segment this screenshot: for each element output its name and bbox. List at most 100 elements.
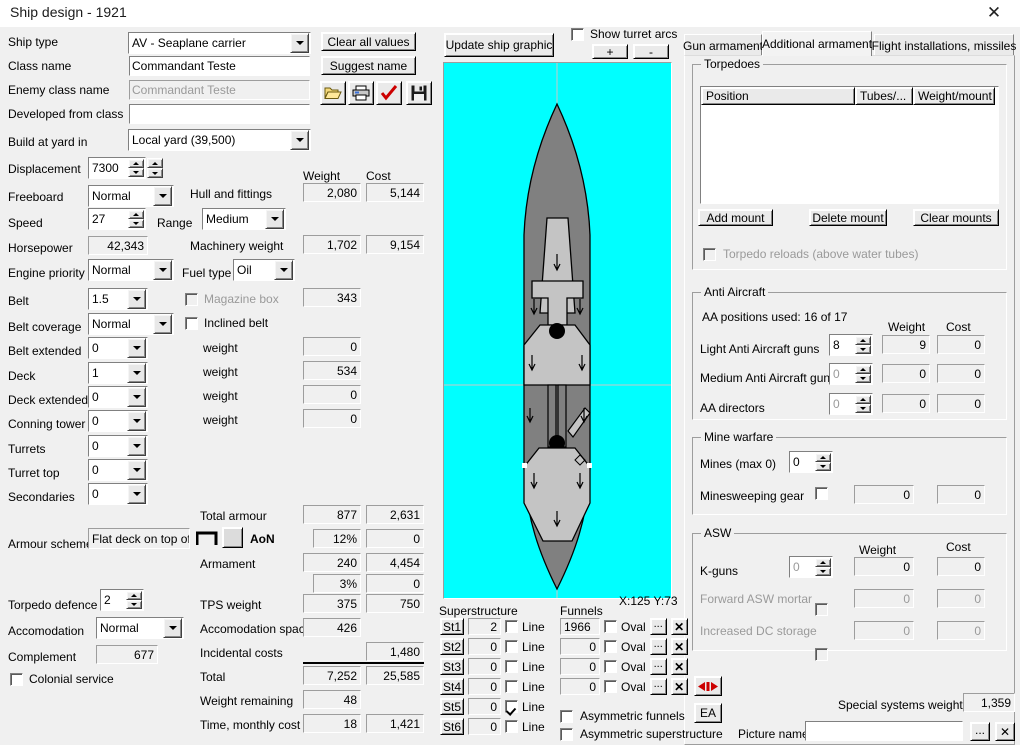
stepper-up-icon[interactable] — [126, 591, 142, 600]
chevron-down-icon[interactable] — [163, 618, 182, 638]
conning-tower-select[interactable]: 0 — [88, 410, 148, 432]
update-ship-graphic-button[interactable]: Update ship graphic — [444, 33, 554, 57]
chevron-down-icon[interactable] — [265, 209, 284, 229]
belt-coverage-select[interactable]: Normal — [88, 313, 174, 335]
freeboard-select[interactable]: Normal — [88, 185, 174, 207]
stepper-up-icon[interactable] — [147, 158, 163, 168]
chevron-down-icon[interactable] — [153, 314, 172, 334]
stepper-down-icon[interactable] — [815, 462, 831, 471]
chevron-down-icon[interactable] — [127, 460, 146, 480]
belt-extended-select[interactable]: 0 — [88, 337, 148, 359]
close-icon[interactable]: ✕ — [974, 2, 1014, 24]
st4-button[interactable]: St4 — [440, 678, 464, 695]
st2-value[interactable]: 0 — [468, 638, 501, 655]
stepper-up-icon[interactable] — [128, 210, 144, 219]
chevron-down-icon[interactable] — [153, 260, 172, 280]
funnel-3-oval-checkbox[interactable] — [604, 660, 617, 673]
stepper-down-icon[interactable] — [815, 567, 831, 576]
zoom-out-button[interactable]: - — [633, 44, 669, 59]
st3-button[interactable]: St3 — [440, 658, 464, 675]
funnel-1-value[interactable]: 1966 — [560, 618, 600, 635]
torpedo-defence-input[interactable]: 2 — [100, 589, 144, 611]
stepper-up-icon[interactable] — [128, 159, 144, 168]
chevron-down-icon[interactable] — [153, 186, 172, 206]
medium-aa-input[interactable]: 0 — [829, 363, 873, 385]
minesweeping-gear-checkbox[interactable] — [815, 487, 828, 500]
aa-directors-stepper[interactable] — [855, 395, 871, 413]
speed-input[interactable]: 27 — [88, 208, 146, 230]
picture-browse-button[interactable]: ... — [970, 722, 990, 741]
stepper-down-icon[interactable] — [855, 345, 871, 354]
enemy-class-name-input[interactable]: Commandant Teste — [129, 80, 310, 100]
chevron-down-icon[interactable] — [274, 260, 293, 280]
funnel-1-clear-icon[interactable]: ✕ — [670, 618, 688, 635]
st1-value[interactable]: 2 — [468, 618, 501, 635]
checkbox-box[interactable] — [560, 709, 573, 723]
class-name-input[interactable]: Commandant Teste — [129, 56, 310, 76]
build-at-yard-select[interactable]: Local yard (39,500) — [128, 129, 311, 151]
tab-additional-armament[interactable]: Additional armament — [762, 31, 872, 56]
clear-all-values-button[interactable]: Clear all values — [321, 32, 416, 51]
open-folder-icon[interactable] — [320, 81, 346, 105]
zoom-in-button[interactable]: + — [592, 44, 628, 59]
st6-value[interactable]: 0 — [468, 718, 501, 735]
checkbox-box[interactable] — [10, 672, 23, 686]
add-mount-button[interactable]: Add mount — [698, 209, 773, 226]
checkbox-box[interactable] — [560, 727, 573, 741]
turrets-select[interactable]: 0 — [88, 435, 148, 457]
mines-input[interactable]: 0 — [789, 451, 833, 473]
funnel-3-value[interactable]: 0 — [560, 658, 600, 675]
red-check-icon[interactable] — [376, 81, 402, 105]
stepper-down-icon[interactable] — [128, 168, 144, 177]
deck-extended-select[interactable]: 0 — [88, 386, 148, 408]
funnel-2-browse-button[interactable]: ... — [649, 638, 667, 655]
st6-button[interactable]: St6 — [440, 718, 464, 735]
accomodation-select[interactable]: Normal — [96, 617, 184, 639]
funnel-2-clear-icon[interactable]: ✕ — [670, 638, 688, 655]
fuel-type-select[interactable]: Oil — [233, 259, 295, 281]
st5-value[interactable]: 0 — [468, 698, 501, 715]
floppy-disk-icon[interactable] — [406, 81, 432, 105]
st1-button[interactable]: St1 — [440, 618, 464, 635]
chevron-down-icon[interactable] — [290, 33, 309, 53]
st2-line-checkbox[interactable] — [505, 640, 518, 653]
funnel-1-oval-checkbox[interactable] — [604, 620, 617, 633]
engine-priority-select[interactable]: Normal — [88, 259, 174, 281]
picture-clear-icon[interactable]: ✕ — [995, 722, 1015, 741]
stepper-down-icon[interactable] — [128, 219, 144, 228]
chevron-down-icon[interactable] — [290, 130, 309, 150]
stepper-up-icon[interactable] — [855, 336, 871, 345]
armour-scheme-value[interactable]: Flat deck on top of — [88, 528, 190, 549]
funnel-4-clear-icon[interactable]: ✕ — [670, 678, 688, 695]
medium-aa-stepper[interactable] — [855, 365, 871, 383]
funnel-4-oval-checkbox[interactable] — [604, 680, 617, 693]
chevron-down-icon[interactable] — [127, 436, 146, 456]
asymmetric-funnels-checkbox[interactable]: Asymmetric funnels — [560, 709, 685, 723]
aon-toggle-button[interactable] — [222, 527, 243, 548]
flip-horizontal-icon[interactable] — [694, 676, 722, 696]
st3-line-checkbox[interactable] — [505, 660, 518, 673]
st4-line-checkbox[interactable] — [505, 680, 518, 693]
column-header-weight-mount[interactable]: Weight/mount — [913, 87, 995, 105]
light-aa-stepper[interactable] — [855, 336, 871, 354]
mines-stepper[interactable] — [815, 453, 831, 471]
funnel-2-value[interactable]: 0 — [560, 638, 600, 655]
column-header-position[interactable]: Position — [701, 87, 855, 105]
belt-select[interactable]: 1.5 — [88, 288, 148, 310]
stepper-down-icon[interactable] — [147, 168, 163, 178]
funnel-3-clear-icon[interactable]: ✕ — [670, 658, 688, 675]
delete-mount-button[interactable]: Delete mount — [809, 209, 887, 226]
column-header-tubes[interactable]: Tubes/... — [855, 87, 913, 105]
funnel-4-browse-button[interactable]: ... — [649, 678, 667, 695]
st3-value[interactable]: 0 — [468, 658, 501, 675]
deck-select[interactable]: 1 — [88, 362, 148, 384]
inclined-belt-checkbox[interactable]: Inclined belt — [185, 316, 268, 330]
chevron-down-icon[interactable] — [127, 387, 146, 407]
secondaries-select[interactable]: 0 — [88, 483, 148, 505]
printer-icon[interactable] — [348, 81, 374, 105]
developed-from-class-input[interactable] — [129, 104, 310, 124]
chevron-down-icon[interactable] — [127, 411, 146, 431]
funnel-2-oval-checkbox[interactable] — [604, 640, 617, 653]
show-turret-arcs-checkbox[interactable]: Show turret arcs — [571, 27, 677, 41]
displacement-secondary-stepper[interactable] — [147, 158, 163, 178]
